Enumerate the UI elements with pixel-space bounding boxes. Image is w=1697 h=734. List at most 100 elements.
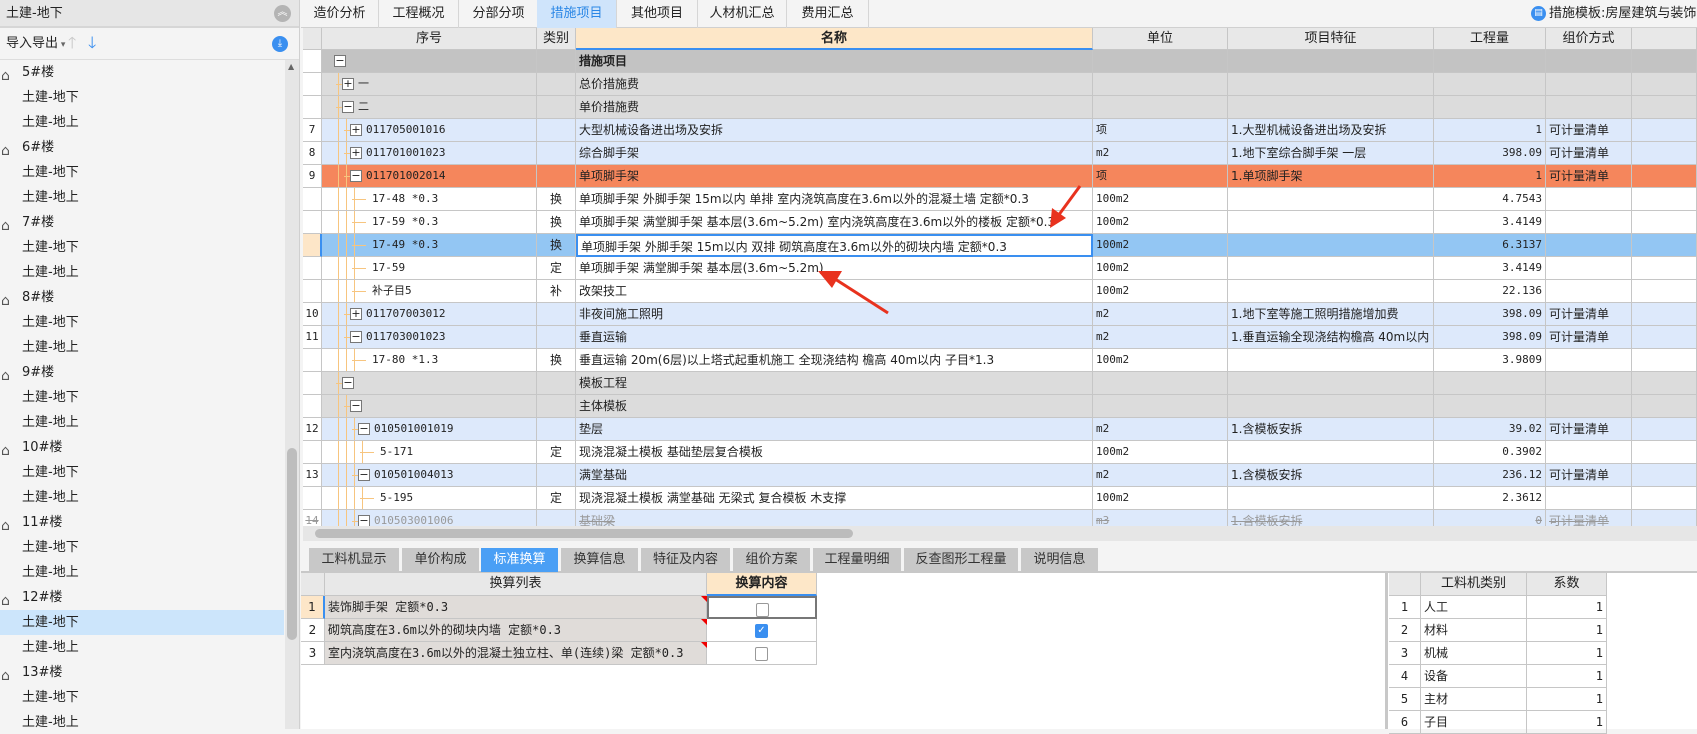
- table-row[interactable]: 12−010501001019 垫层 m2 1.含模板安拆 39.02 可计量清单: [303, 418, 1697, 441]
- collapse-node-icon[interactable]: −: [350, 331, 362, 343]
- table-row[interactable]: 8 +011701001023 综合脚手架 m2 1.地下室综合脚手架 一层 398.09…: [303, 142, 1697, 165]
- collapse-icon[interactable]: ︽: [274, 5, 291, 22]
- bottom-tab-5[interactable]: 组价方案: [733, 548, 810, 572]
- cell-name[interactable]: 单项脚手架 满堂脚手架 基本层(3.6m~5.2m): [576, 257, 1093, 280]
- bottom-tab-4[interactable]: 特征及内容: [641, 548, 730, 572]
- collapse-node-icon[interactable]: −: [358, 469, 370, 481]
- conversion-checkbox[interactable]: [755, 602, 769, 617]
- table-row[interactable]: − 主体模板: [303, 395, 1697, 418]
- tab-5[interactable]: 人材机汇总: [698, 0, 787, 28]
- table-row[interactable]: 5-171 定现浇混凝土模板 基础垫层复合模板 100m2 0.3902: [303, 441, 1697, 464]
- scroll-up-icon[interactable]: ▲: [288, 62, 294, 71]
- cell-name[interactable]: 措施项目: [576, 50, 1093, 73]
- expand-icon[interactable]: +: [350, 308, 362, 320]
- tree-item[interactable]: 土建-地上: [0, 110, 284, 135]
- tab-3[interactable]: 措施项目: [537, 0, 617, 28]
- move-down-icon[interactable]: 🡓: [88, 34, 96, 52]
- header-category[interactable]: 名称: [576, 28, 1093, 50]
- cell-name[interactable]: 主体模板: [576, 395, 1093, 418]
- bottom-tab-8[interactable]: 说明信息: [1021, 548, 1098, 572]
- collapse-node-icon[interactable]: −: [358, 423, 370, 435]
- cell-name[interactable]: 现浇混凝土模板 满堂基础 无梁式 复合模板 木支撑: [576, 487, 1093, 510]
- table-row[interactable]: 9−011701002014 单项脚手架项 1.单项脚手架 1 可计量清单: [303, 165, 1697, 188]
- cell-name[interactable]: 单项脚手架 外脚手架 15m以内 单排 室内浇筑高度在3.6m以外的混凝土墙 定…: [576, 188, 1093, 211]
- cell-name[interactable]: 改架技工: [576, 280, 1093, 303]
- table-row[interactable]: 10 +011707003012 非夜间施工照明 m2 1.地下室等施工照明措施增加费 3…: [303, 303, 1697, 326]
- cell-name[interactable]: 单价措施费: [576, 96, 1093, 119]
- collapse-node-icon[interactable]: −: [334, 55, 346, 67]
- move-up-icon[interactable]: 🡑: [68, 34, 76, 52]
- conversion-checkbox[interactable]: [755, 646, 768, 661]
- cell-name[interactable]: 基础梁: [576, 510, 1093, 526]
- tree-item[interactable]: 土建-地上: [0, 635, 284, 660]
- table-row[interactable]: 14−010503001006 基础梁 m3 1.含模板安拆 0 可计量清单: [303, 510, 1697, 526]
- header-name[interactable]: 单位: [1093, 28, 1228, 50]
- conv-row-checkbox-cell[interactable]: [707, 596, 817, 619]
- bottom-tab-2[interactable]: 标准换算: [481, 548, 558, 572]
- collapse-node-icon[interactable]: −: [342, 377, 354, 389]
- tab-0[interactable]: 造价分析: [301, 0, 379, 28]
- cell-name[interactable]: 模板工程: [576, 372, 1093, 395]
- tree-item[interactable]: 土建-地下: [0, 85, 284, 110]
- conv-row-checkbox-cell[interactable]: ✓: [707, 619, 817, 642]
- tree-item[interactable]: 土建-地上: [0, 560, 284, 585]
- table-row[interactable]: − 二 单价措施费: [303, 96, 1697, 119]
- building-item[interactable]: ⌂ 11#楼: [0, 510, 284, 535]
- table-row[interactable]: 17-59 *0.3 换单项脚手架 满堂脚手架 基本层(3.6m~5.2m) 室内…: [303, 211, 1697, 234]
- cell-name[interactable]: 现浇混凝土模板 基础垫层复合模板: [576, 441, 1093, 464]
- cell-name[interactable]: 非夜间施工照明: [576, 303, 1093, 326]
- coef-row-value[interactable]: 1: [1527, 665, 1607, 688]
- conv-row-checkbox-cell[interactable]: [707, 642, 817, 665]
- tab-1[interactable]: 工程概况: [379, 0, 459, 28]
- coef-row-value[interactable]: 1: [1527, 596, 1607, 619]
- download-icon[interactable]: ⤓: [272, 36, 288, 52]
- tree-item[interactable]: 土建-地上: [0, 410, 284, 435]
- cell-name[interactable]: 垫层: [576, 418, 1093, 441]
- tree-item[interactable]: 土建-地下: [0, 310, 284, 335]
- table-row[interactable]: + 一总价措施费: [303, 73, 1697, 96]
- table-row[interactable]: 17-80 *1.3 换垂直运输 20m(6层)以上塔式起重机施工 全现浇结构 檐…: [303, 349, 1697, 372]
- coef-row-value[interactable]: 1: [1527, 619, 1607, 642]
- header-code[interactable]: 类别: [537, 28, 576, 50]
- building-item[interactable]: ⌂ 5#楼: [0, 60, 284, 85]
- building-item[interactable]: ⌂ 7#楼: [0, 210, 284, 235]
- building-item[interactable]: ⌂ 8#楼: [0, 285, 284, 310]
- header-quantity[interactable]: 组价方式: [1546, 28, 1632, 50]
- table-row[interactable]: 13−010501004013 满堂基础 m2 1.含模板安拆 236.12 可计量清单: [303, 464, 1697, 487]
- expand-icon[interactable]: +: [342, 78, 354, 90]
- tree-item[interactable]: 土建-地下: [0, 685, 284, 710]
- coef-row-value[interactable]: 1: [1527, 688, 1607, 711]
- tree-item[interactable]: 土建-地上: [0, 185, 284, 210]
- coef-row-value[interactable]: 1: [1527, 642, 1607, 665]
- table-row[interactable]: 17-48 *0.3 换单项脚手架 外脚手架 15m以内 单排 室内浇筑高度在3.…: [303, 188, 1697, 211]
- tree-item[interactable]: 土建-地上: [0, 260, 284, 285]
- expand-icon[interactable]: +: [350, 124, 362, 136]
- tab-2[interactable]: 分部分项: [459, 0, 539, 28]
- cell-name[interactable]: 垂直运输 20m(6层)以上塔式起重机施工 全现浇结构 檐高 40m以内 子目*…: [576, 349, 1093, 372]
- cell-name[interactable]: 综合脚手架: [576, 142, 1093, 165]
- table-row[interactable]: 17-49 *0.3 换单项脚手架 外脚手架 15m以内 双排 砌筑高度在3.6m…: [303, 234, 1697, 257]
- collapse-node-icon[interactable]: −: [342, 101, 354, 113]
- table-row[interactable]: 11−011703001023 垂直运输 m2 1.垂直运输全现浇结构檐高 40m以内…: [303, 326, 1697, 349]
- table-row[interactable]: 17-59 定单项脚手架 满堂脚手架 基本层(3.6m~5.2m) 100m2 3.4…: [303, 257, 1697, 280]
- collapse-node-icon[interactable]: −: [350, 400, 362, 412]
- building-item[interactable]: ⌂ 13#楼: [0, 660, 284, 685]
- bottom-tab-7[interactable]: 反查图形工程量: [904, 548, 1018, 572]
- expand-icon[interactable]: +: [350, 147, 362, 159]
- tree-item[interactable]: 土建-地上: [0, 710, 284, 729]
- building-item[interactable]: ⌂ 12#楼: [0, 585, 284, 610]
- table-row[interactable]: − 措施项目: [303, 50, 1697, 73]
- sidebar-scroll-thumb[interactable]: [287, 448, 297, 640]
- building-item[interactable]: ⌂ 10#楼: [0, 435, 284, 460]
- tree-item[interactable]: 土建-地下: [0, 610, 284, 635]
- building-item[interactable]: ⌂ 6#楼: [0, 135, 284, 160]
- conversion-checkbox[interactable]: ✓: [755, 623, 768, 638]
- tree-item[interactable]: 土建-地上: [0, 485, 284, 510]
- cell-name[interactable]: 单项脚手架 外脚手架 15m以内 双排 砌筑高度在3.6m以外的砌块内墙 定额*…: [576, 234, 1093, 257]
- horizontal-scroll-thumb[interactable]: [315, 529, 853, 538]
- cell-name[interactable]: 垂直运输: [576, 326, 1093, 349]
- bottom-tab-0[interactable]: 工料机显示: [309, 548, 399, 572]
- bottom-tab-1[interactable]: 单价构成: [402, 548, 479, 572]
- import-export-menu[interactable]: 导入导出 ▾: [6, 36, 65, 51]
- header-feature[interactable]: 工程量: [1434, 28, 1546, 50]
